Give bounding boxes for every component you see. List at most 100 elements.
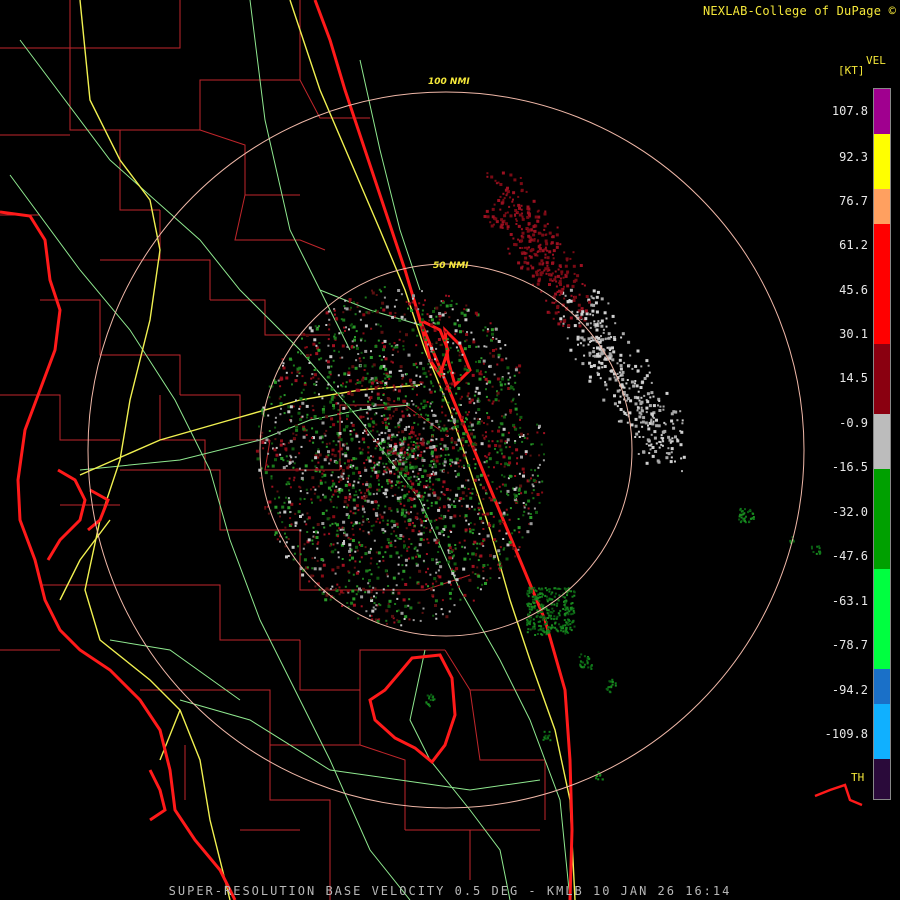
- echo-pixel: [458, 499, 461, 502]
- echo-band-pixel: [592, 355, 595, 358]
- echo-pixel: [394, 603, 397, 605]
- echo-pixel: [382, 559, 385, 562]
- echo-pixel: [399, 472, 403, 476]
- echo-pixel: [336, 542, 339, 545]
- echo-pixel: [457, 486, 461, 490]
- echo-pixel: [392, 348, 395, 351]
- echo-pixel: [422, 367, 425, 371]
- echo-pixel: [396, 344, 399, 346]
- echo-band-pixel: [662, 408, 665, 411]
- echo-pixel: [362, 519, 365, 522]
- echo-cell-pixel: [536, 633, 539, 635]
- echo-band-pixel: [658, 440, 661, 443]
- echo-pixel: [315, 430, 319, 434]
- echo-pixel: [384, 406, 388, 410]
- echo-band-pixel: [600, 324, 604, 328]
- echo-pixel: [372, 493, 375, 496]
- echo-pixel: [472, 599, 475, 602]
- echo-pixel: [312, 441, 315, 444]
- echo-cell-pixel: [558, 614, 561, 617]
- echo-cell-pixel: [818, 545, 821, 548]
- echo-pixel: [318, 436, 322, 440]
- echo-pixel: [506, 492, 508, 495]
- echo-pixel: [426, 418, 430, 422]
- echo-pixel: [465, 504, 469, 508]
- echo-pixel: [504, 383, 507, 386]
- echo-band-pixel: [647, 427, 651, 431]
- echo-pixel: [403, 497, 405, 500]
- echo-cell-pixel: [536, 594, 539, 597]
- echo-cell-pixel: [550, 614, 552, 617]
- echo-pixel: [362, 376, 365, 379]
- echo-pixel: [436, 563, 439, 565]
- echo-pixel: [355, 504, 359, 508]
- echo-pixel: [480, 357, 483, 360]
- echo-pixel: [477, 559, 480, 562]
- echo-cell-pixel: [563, 619, 566, 621]
- echo-pixel: [405, 382, 408, 385]
- echo-pixel: [436, 370, 439, 373]
- echo-pixel: [465, 339, 468, 342]
- echo-pixel: [453, 554, 455, 557]
- echo-pixel: [533, 507, 536, 510]
- echo-pixel: [475, 345, 478, 348]
- echo-band-pixel: [548, 269, 551, 272]
- echo-pixel: [320, 465, 324, 469]
- echo-pixel: [429, 405, 431, 408]
- echo-pixel: [439, 443, 442, 445]
- legend-seg-2: [874, 189, 890, 224]
- echo-pixel: [418, 415, 422, 419]
- echo-pixel: [426, 518, 429, 521]
- echo-pixel: [376, 507, 379, 510]
- echo-pixel: [290, 419, 293, 422]
- echo-cell-pixel: [547, 630, 550, 632]
- echo-pixel: [482, 528, 485, 530]
- echo-band-pixel: [609, 347, 612, 350]
- echo-cell-pixel: [571, 621, 574, 624]
- echo-band-pixel: [552, 257, 555, 260]
- echo-band-pixel: [670, 419, 674, 423]
- echo-pixel: [270, 402, 273, 405]
- echo-pixel: [420, 402, 423, 405]
- echo-pixel: [475, 411, 478, 414]
- echo-pixel: [384, 452, 387, 455]
- echo-pixel: [347, 570, 350, 573]
- echo-pixel: [328, 532, 331, 535]
- echo-pixel: [408, 413, 411, 416]
- echo-band-pixel: [506, 211, 509, 214]
- echo-pixel: [375, 551, 378, 554]
- echo-pixel: [321, 472, 324, 475]
- echo-pixel: [434, 501, 438, 505]
- echo-band-pixel: [576, 274, 580, 278]
- echo-pixel: [477, 408, 481, 411]
- echo-pixel: [466, 368, 470, 372]
- echo-pixel: [412, 522, 414, 524]
- echo-pixel: [471, 442, 475, 446]
- echo-pixel: [365, 311, 368, 314]
- echo-pixel: [358, 447, 361, 450]
- echo-pixel: [305, 523, 308, 526]
- echo-pixel: [348, 514, 350, 517]
- echo-pixel: [335, 316, 338, 319]
- echo-pixel: [452, 342, 455, 345]
- echo-pixel: [460, 395, 463, 398]
- echo-pixel: [391, 361, 394, 364]
- echo-cell-pixel: [559, 625, 562, 628]
- echo-pixel: [349, 510, 352, 513]
- echo-band-pixel: [537, 250, 540, 253]
- echo-pixel: [364, 377, 368, 381]
- echo-band-pixel: [657, 424, 661, 428]
- echo-band-pixel: [655, 442, 658, 445]
- echo-band-pixel: [531, 274, 535, 278]
- echo-pixel: [500, 490, 502, 493]
- echo-pixel: [295, 399, 297, 402]
- echo-pixel: [394, 493, 397, 496]
- echo-band-pixel: [674, 410, 678, 414]
- echo-pixel: [411, 489, 414, 492]
- echo-pixel: [379, 447, 383, 451]
- echo-pixel: [435, 558, 438, 561]
- echo-pixel: [376, 392, 380, 396]
- echo-pixel: [461, 491, 465, 495]
- echo-pixel: [313, 383, 316, 386]
- echo-pixel: [482, 564, 486, 567]
